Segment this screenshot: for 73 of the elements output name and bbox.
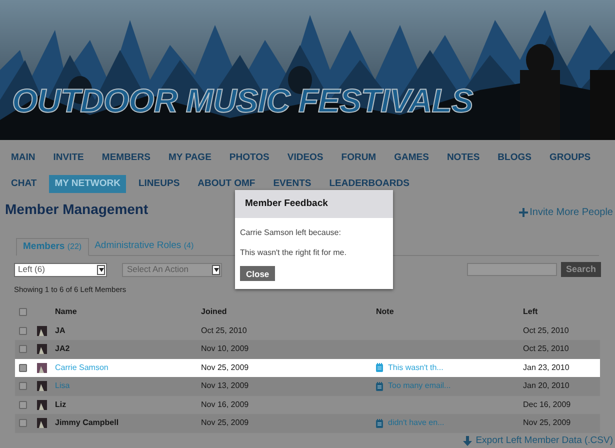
table-cell-text: Jan 23, 2010 <box>523 362 570 373</box>
download-arrow-icon <box>462 436 472 446</box>
nav-tab[interactable]: MY PAGE <box>168 149 212 167</box>
nav-tab[interactable]: MY NETWORK <box>48 175 126 193</box>
column-header: Left <box>523 307 539 318</box>
avatar-icon <box>37 326 47 336</box>
dialog-message: Carrie Samson left because: <box>240 228 342 238</box>
checkbox[interactable] <box>19 308 27 316</box>
checkbox[interactable] <box>19 326 27 335</box>
note-link[interactable]: This wasn't th... <box>388 362 444 373</box>
table-cell-text: Nov 25, 2009 <box>201 418 250 428</box>
table-cell-text: JA2 <box>55 344 71 354</box>
table-row-highlight[interactable]: Carrie Samson Nov 25, 2009 This wasn't th... Jan 23, 2010 <box>15 358 600 377</box>
notepad-icon <box>376 418 383 428</box>
dialog-reason: This wasn't the right fit for me. <box>240 248 348 258</box>
member-link[interactable]: Carrie Samson <box>55 362 201 373</box>
checkbox[interactable] <box>19 364 27 372</box>
plus-icon <box>518 208 528 217</box>
filter-dropdown[interactable]: Left (6) <box>14 262 107 276</box>
notepad-icon <box>376 363 383 372</box>
table-cell-text: Dec 16, 2009 <box>523 400 572 410</box>
checkbox[interactable] <box>19 400 27 409</box>
table-cell-text: Nov 25, 2009 <box>523 418 572 428</box>
table-cell-text: Oct 25, 2010 <box>523 344 570 354</box>
avatar-icon <box>37 400 47 410</box>
nav-tab[interactable]: GROUPS <box>549 149 591 167</box>
table-cell-text: Oct 25, 2010 <box>201 326 248 336</box>
nav-tab[interactable]: BLOGS <box>498 149 532 167</box>
nav-tab[interactable]: LEADERBOARDS <box>329 175 410 193</box>
avatar-icon <box>37 418 47 428</box>
table-cell-text: JA <box>55 326 66 336</box>
page-heading: Member Management <box>5 201 148 218</box>
table-cell-text: Oct 25, 2010 <box>523 326 570 336</box>
table-cell-text: Nov 10, 2009 <box>201 344 250 354</box>
nav-tab[interactable]: INVITE <box>53 149 84 167</box>
nav-tab[interactable]: VIDEOS <box>287 149 324 167</box>
table-cell-text: Jimmy Campbell <box>55 418 120 428</box>
action-dropdown[interactable]: Select An Action <box>122 262 222 276</box>
nav-tab[interactable]: PHOTOS <box>229 149 270 167</box>
checkbox[interactable] <box>19 419 27 428</box>
checkbox[interactable] <box>19 382 27 390</box>
dialog-title: Member Feedback <box>235 190 393 218</box>
search-field[interactable] <box>466 263 557 276</box>
table-cell-text: Liz <box>55 400 68 410</box>
column-header: Name <box>55 307 78 318</box>
nav-tab[interactable]: MAIN <box>11 149 36 167</box>
avatar-icon <box>37 362 47 373</box>
close-button[interactable]: Close <box>240 266 276 282</box>
notepad-icon <box>376 382 383 391</box>
nav-tab[interactable]: MEMBERS <box>102 149 150 167</box>
export-link[interactable]: Export Left Member Data (.CSV) <box>462 434 613 446</box>
nav-tab[interactable]: EVENTS <box>273 175 312 193</box>
avatar-icon <box>37 381 47 392</box>
caret-icon <box>212 264 220 274</box>
caret-icon <box>97 264 105 274</box>
nav-tab[interactable]: NOTES <box>446 149 480 167</box>
table-cell-text: Nov 13, 2009 <box>201 381 250 392</box>
nav-tab[interactable]: CHAT <box>11 175 37 193</box>
checkbox[interactable] <box>19 345 27 354</box>
tab[interactable]: Members (22) <box>16 238 89 256</box>
nav-tab[interactable]: ABOUT OMF <box>198 175 256 193</box>
column-header: Note <box>376 307 395 318</box>
table-cell-text: Nov 16, 2009 <box>201 400 250 410</box>
table-cell-text: Nov 25, 2009 <box>201 362 250 373</box>
nav-tab[interactable]: FORUM <box>341 149 376 167</box>
invite-link[interactable]: Invite More People <box>518 205 613 220</box>
column-header: Joined <box>201 307 228 318</box>
nav-tab[interactable]: GAMES <box>394 149 429 167</box>
avatar-icon <box>37 344 47 354</box>
table-cell-text: Jan 20, 2010 <box>523 381 570 392</box>
tab[interactable]: Administrative Roles (4) <box>88 238 200 255</box>
search-button[interactable]: Search <box>560 262 601 277</box>
nav-tab[interactable]: LINEUPS <box>138 175 180 193</box>
